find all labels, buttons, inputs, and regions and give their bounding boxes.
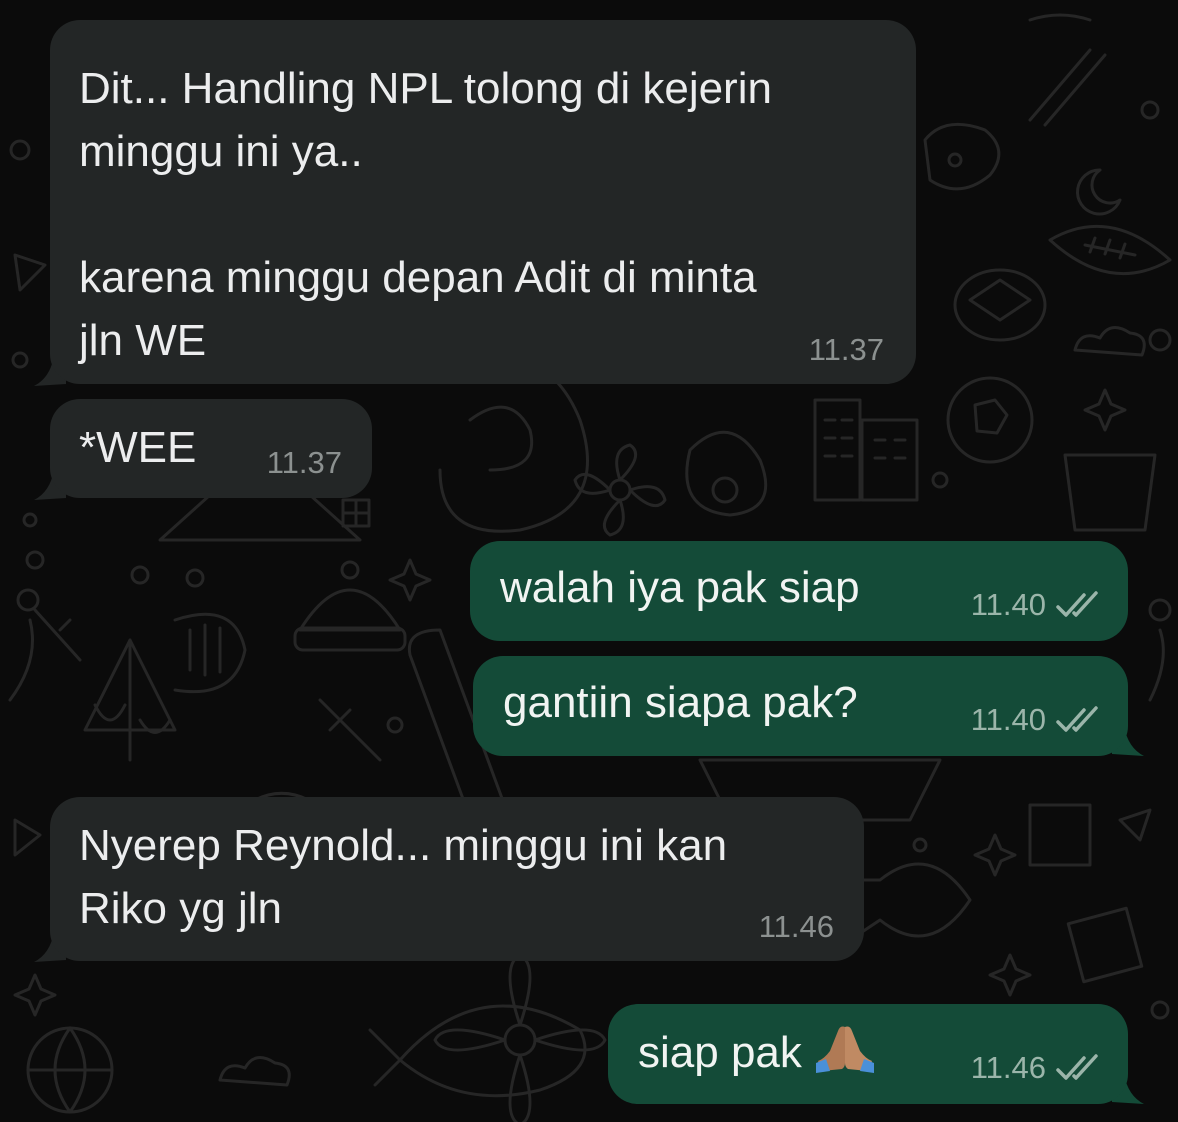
message-timestamp: 11.40 (971, 702, 1102, 738)
timestamp-text: 11.46 (758, 909, 834, 944)
message-text: *WEE (79, 423, 197, 472)
message-timestamp: 11.40 (971, 587, 1102, 623)
message-text: gantiin siapa pak? (503, 678, 858, 727)
double-check-icon (1056, 591, 1098, 617)
message-text: Nyerep Reynold... minggu ini kan Riko yg… (79, 821, 728, 933)
timestamp-text: 11.37 (266, 445, 342, 480)
message-timestamp: 11.46 (759, 909, 834, 945)
folded-hands-emoji (815, 1026, 874, 1073)
timestamp-text: 11.37 (808, 332, 884, 367)
timestamp-text: 11.46 (970, 1050, 1046, 1085)
outgoing-message[interactable]: gantiin siapa pak? 11.40 (473, 656, 1128, 756)
message-text: walah iya pak siap (500, 563, 860, 612)
message-timestamp: 11.46 (971, 1050, 1102, 1086)
timestamp-text: 11.40 (970, 702, 1046, 737)
message-text-content: siap pak (638, 1028, 802, 1077)
timestamp-text: 11.40 (970, 587, 1046, 622)
outgoing-message[interactable]: siap pak 11.46 (608, 1004, 1128, 1104)
incoming-message[interactable]: *WEE 11.37 (50, 399, 372, 498)
message-timestamp: 11.37 (267, 445, 342, 481)
incoming-message[interactable]: Nyerep Reynold... minggu ini kan Riko yg… (50, 797, 864, 961)
message-text: siap pak (638, 1021, 876, 1084)
message-text: Dit... Handling NPL tolong di kejerin mi… (79, 64, 772, 365)
outgoing-message[interactable]: walah iya pak siap 11.40 (470, 541, 1128, 641)
double-check-icon (1056, 1054, 1098, 1080)
double-check-icon (1056, 706, 1098, 732)
incoming-message[interactable]: Dit... Handling NPL tolong di kejerin mi… (50, 20, 916, 384)
message-timestamp: 11.37 (809, 332, 884, 368)
